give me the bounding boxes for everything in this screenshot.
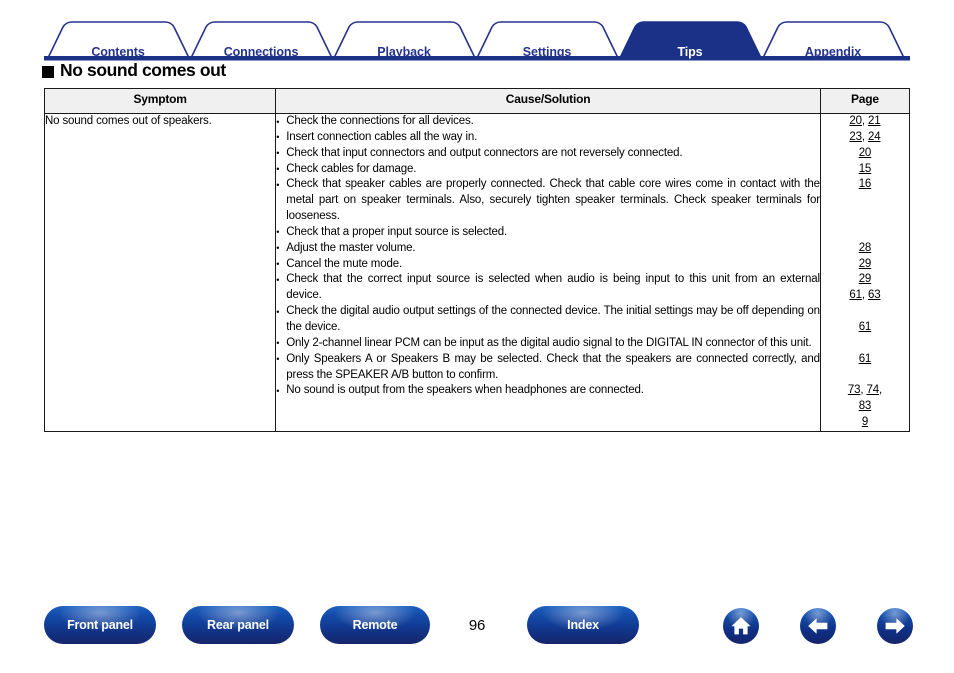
section-heading: No sound comes out	[42, 60, 226, 80]
index-button-label: Index	[567, 618, 599, 632]
table-header-row: Symptom Cause/Solution Page	[43, 88, 911, 114]
table-row: No sound comes out of speakers. Check th…	[43, 113, 911, 432]
cause-item: Cancel the mute mode.	[276, 256, 820, 273]
remote-button-label: Remote	[352, 618, 398, 632]
troubleshooting-table: Symptom Cause/Solution Page No sound com…	[43, 88, 911, 432]
column-header-symptom: Symptom	[43, 88, 277, 114]
table-header: Symptom Cause/Solution Page	[43, 88, 911, 114]
page-link[interactable]: 9	[862, 416, 868, 428]
page-reference-line: 28	[821, 241, 909, 257]
page-reference-list: 20, 2123, 2420151600028292961, 630610610…	[821, 114, 909, 431]
cause-item: Check cables for damage.	[276, 161, 820, 178]
section-heading-text: No sound comes out	[60, 60, 226, 80]
page-reference-line: 61	[821, 320, 909, 336]
tab-bar: Contents Connections Playback Settings T…	[0, 18, 954, 62]
page-link[interactable]: 20	[859, 147, 872, 159]
cause-item: Check that a proper input source is sele…	[276, 224, 820, 241]
cause-item: Only 2-channel linear PCM can be input a…	[276, 335, 820, 352]
table-body: No sound comes out of speakers. Check th…	[43, 113, 911, 432]
page-reference-line: 73, 74,	[847, 384, 883, 397]
cause-item: Insert connection cables all the way in.	[276, 129, 820, 146]
page-reference-line: 29	[821, 257, 909, 273]
page-link[interactable]: 73	[848, 384, 861, 396]
page-reference-line: 61	[821, 352, 909, 368]
page-reference-line: 9	[821, 415, 909, 431]
tab-settings[interactable]: Settings	[523, 45, 572, 59]
cause-bullet-list: Check the connections for all devices.In…	[276, 114, 820, 400]
tab-contents[interactable]: Contents	[91, 45, 144, 59]
page-reference-line: 61, 63	[849, 289, 881, 302]
front-panel-button[interactable]: Front panel	[44, 606, 156, 644]
index-button[interactable]: Index	[527, 606, 639, 644]
back-button[interactable]	[800, 608, 836, 644]
page-reference-line: 16	[821, 177, 909, 193]
page-reference-line: 83	[821, 399, 909, 415]
page-link[interactable]: 29	[859, 273, 872, 285]
cause-item: Only Speakers A or Speakers B may be sel…	[276, 351, 820, 384]
page-link[interactable]: 15	[859, 163, 872, 175]
page-reference-line: 23, 24	[849, 130, 881, 143]
page-link[interactable]: 23	[849, 131, 862, 143]
home-icon	[731, 617, 751, 635]
page-link[interactable]: 61	[859, 321, 872, 333]
column-header-page: Page	[819, 88, 911, 114]
page-link[interactable]: 16	[859, 178, 872, 190]
page-link[interactable]: 21	[868, 115, 881, 127]
footer-navigation: Front panel Rear panel Remote 96 Index	[0, 606, 954, 654]
page-link[interactable]: 63	[868, 289, 881, 301]
home-button[interactable]	[723, 608, 759, 644]
page-link[interactable]: 83	[859, 400, 872, 412]
page-reference-line: 15	[821, 162, 909, 178]
column-header-cause: Cause/Solution	[275, 88, 821, 114]
symptom-cell: No sound comes out of speakers.	[43, 113, 277, 432]
page-reference-line: 29	[821, 272, 909, 288]
cause-solution-cell: Check the connections for all devices.In…	[275, 113, 821, 432]
cause-item: Check the digital audio output settings …	[276, 304, 820, 336]
page-reference-line: 20, 21	[849, 115, 881, 127]
cause-item: No sound is output from the speakers whe…	[276, 383, 820, 400]
page-link[interactable]: 74	[866, 384, 879, 396]
rear-panel-button[interactable]: Rear panel	[182, 606, 294, 644]
cause-item: Check the connections for all devices.	[276, 114, 820, 131]
page-link[interactable]: 28	[859, 242, 872, 254]
front-panel-button-label: Front panel	[67, 618, 133, 632]
page-link[interactable]: 61	[849, 289, 862, 301]
remote-button[interactable]: Remote	[320, 606, 430, 644]
arrow-right-icon	[885, 618, 905, 634]
cause-item: Check that the correct input source is s…	[276, 272, 820, 304]
tab-appendix[interactable]: Appendix	[805, 45, 861, 59]
filled-square-icon	[42, 65, 54, 78]
cause-item: Check that input connectors and output c…	[276, 145, 820, 162]
cause-item: Adjust the master volume.	[276, 240, 820, 257]
cause-item: Check that speaker cables are properly c…	[276, 177, 820, 225]
arrow-left-icon	[808, 618, 828, 634]
page-link[interactable]: 20	[849, 115, 862, 127]
tab-playback[interactable]: Playback	[377, 45, 431, 59]
tab-connections[interactable]: Connections	[224, 45, 299, 59]
page-reference-cell: 20, 2123, 2420151600028292961, 630610610…	[819, 113, 911, 432]
page-link[interactable]: 61	[859, 353, 872, 365]
page-link[interactable]: 29	[859, 258, 872, 270]
forward-button[interactable]	[877, 608, 913, 644]
tab-tips[interactable]: Tips	[677, 45, 702, 59]
page-reference-line: 20	[821, 146, 909, 162]
rear-panel-button-label: Rear panel	[207, 618, 269, 632]
page-number: 96	[468, 617, 486, 634]
page-link[interactable]: 24	[868, 131, 881, 143]
